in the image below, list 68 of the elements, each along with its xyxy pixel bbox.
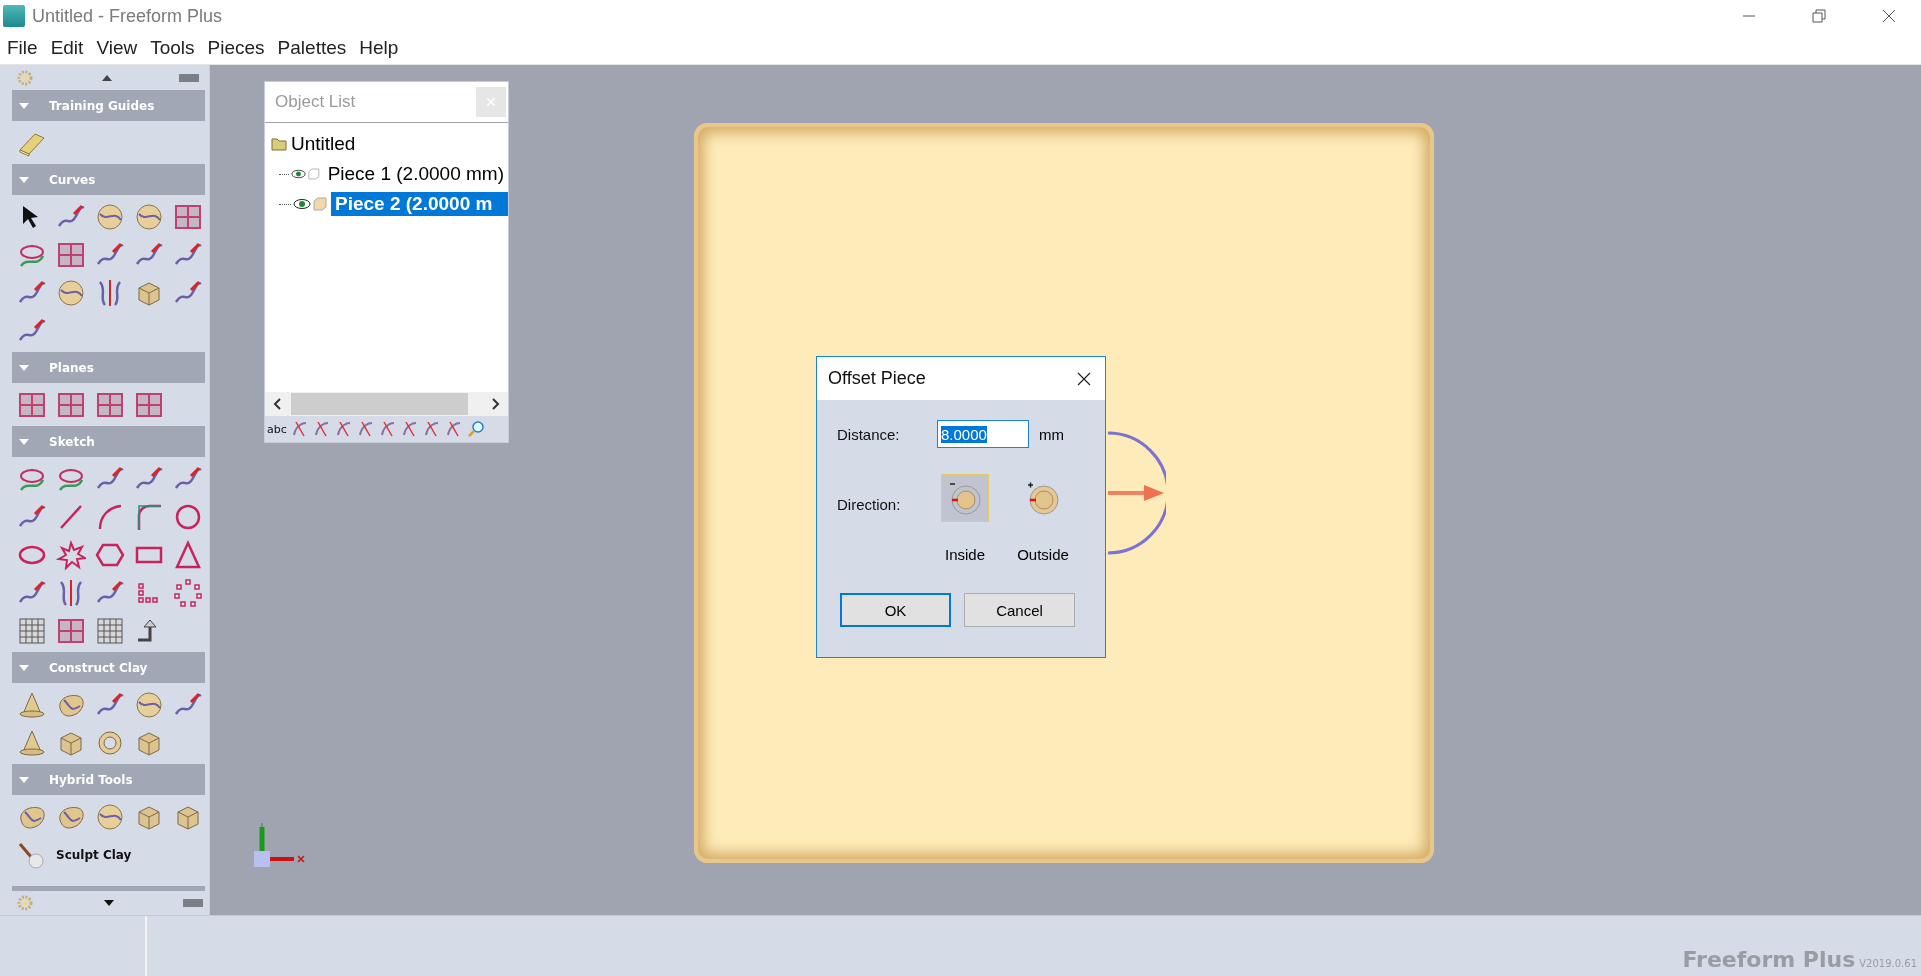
plane-icon[interactable] xyxy=(55,240,86,270)
star-icon[interactable] xyxy=(55,540,86,570)
menu-item[interactable]: Palettes xyxy=(277,37,347,59)
caret-icon[interactable] xyxy=(19,176,29,183)
cone-icon[interactable] xyxy=(16,728,47,758)
menu-item[interactable]: Edit xyxy=(50,37,84,59)
offset-direction-arrow-icon xyxy=(1106,431,1166,555)
app-logo-icon xyxy=(3,5,25,27)
folder-icon xyxy=(271,137,287,151)
field-label: Distance: xyxy=(837,425,901,443)
plane-icon[interactable] xyxy=(172,202,203,232)
menu-item[interactable]: Tools xyxy=(150,37,195,59)
solid-cube-icon xyxy=(313,197,327,211)
eye-icon[interactable] xyxy=(291,168,306,180)
triangle-icon[interactable] xyxy=(172,540,203,570)
outline-cube-icon xyxy=(308,167,320,181)
panel-title: Object List xyxy=(275,92,356,112)
dialog-title: Offset Piece xyxy=(828,368,926,389)
ok-button[interactable]: OK xyxy=(840,593,951,627)
close-icon[interactable] xyxy=(1882,9,1896,23)
caret-icon[interactable] xyxy=(19,438,29,445)
grid-icon[interactable] xyxy=(94,616,125,646)
eye-icon[interactable] xyxy=(293,198,311,210)
sphere-icon[interactable] xyxy=(94,802,125,832)
close-icon[interactable] xyxy=(1077,371,1091,386)
plane-icon[interactable] xyxy=(55,616,86,646)
cancel-button[interactable]: Cancel xyxy=(964,593,1075,627)
option-label: Inside xyxy=(945,546,985,563)
menu-item[interactable]: Pieces xyxy=(207,37,265,59)
plane-icon[interactable] xyxy=(94,390,125,420)
menu-item[interactable]: File xyxy=(7,37,38,59)
caret-icon[interactable] xyxy=(19,102,29,109)
horizontal-scrollbar[interactable] xyxy=(265,392,508,416)
plane-icon[interactable] xyxy=(133,390,164,420)
sphere-icon[interactable] xyxy=(133,690,164,720)
distance-input-field[interactable]: 8.0000 xyxy=(937,420,1029,448)
caret-icon[interactable] xyxy=(19,364,29,371)
scroll-right-icon[interactable] xyxy=(492,398,500,410)
sphere-icon[interactable] xyxy=(55,278,86,308)
tree-item[interactable]: Piece 1 (2.0000 mm) xyxy=(323,162,508,186)
unit-label: mm xyxy=(1039,425,1064,443)
menu-item[interactable]: Help xyxy=(359,37,399,59)
plane-icon[interactable] xyxy=(55,390,86,420)
tree-item[interactable]: Piece 2 (2.0000 m xyxy=(331,192,508,216)
sphere-icon[interactable] xyxy=(94,202,125,232)
window-title: Untitled - Freeform Plus xyxy=(32,5,223,27)
brush-icon xyxy=(16,840,46,870)
caret-icon[interactable] xyxy=(19,776,29,783)
plane-icon[interactable] xyxy=(16,390,47,420)
scroll-down-icon[interactable] xyxy=(103,900,114,906)
cone-icon[interactable] xyxy=(16,690,47,720)
search-icon[interactable] xyxy=(466,420,485,438)
palette-tool[interactable]: Sculpt Clay xyxy=(12,840,132,870)
restore-icon[interactable] xyxy=(1812,9,1826,23)
scroll-up-icon[interactable] xyxy=(101,74,112,81)
field-label: Direction: xyxy=(837,496,902,513)
option-label: Outside xyxy=(1017,546,1069,563)
menu-item[interactable]: View xyxy=(96,37,138,59)
toolbar-label[interactable]: abc xyxy=(267,422,287,436)
caret-icon[interactable] xyxy=(19,664,29,671)
grid-icon[interactable] xyxy=(16,616,47,646)
sphere-icon[interactable] xyxy=(133,202,164,232)
brand-name: Freeform Plus xyxy=(1682,947,1856,972)
version-label: V2019.0.61 xyxy=(1859,958,1917,969)
close-icon xyxy=(487,98,495,106)
dot-ring-icon[interactable] xyxy=(172,578,203,608)
tree-item[interactable]: Untitled xyxy=(271,129,508,159)
scroll-left-icon[interactable] xyxy=(273,398,281,410)
